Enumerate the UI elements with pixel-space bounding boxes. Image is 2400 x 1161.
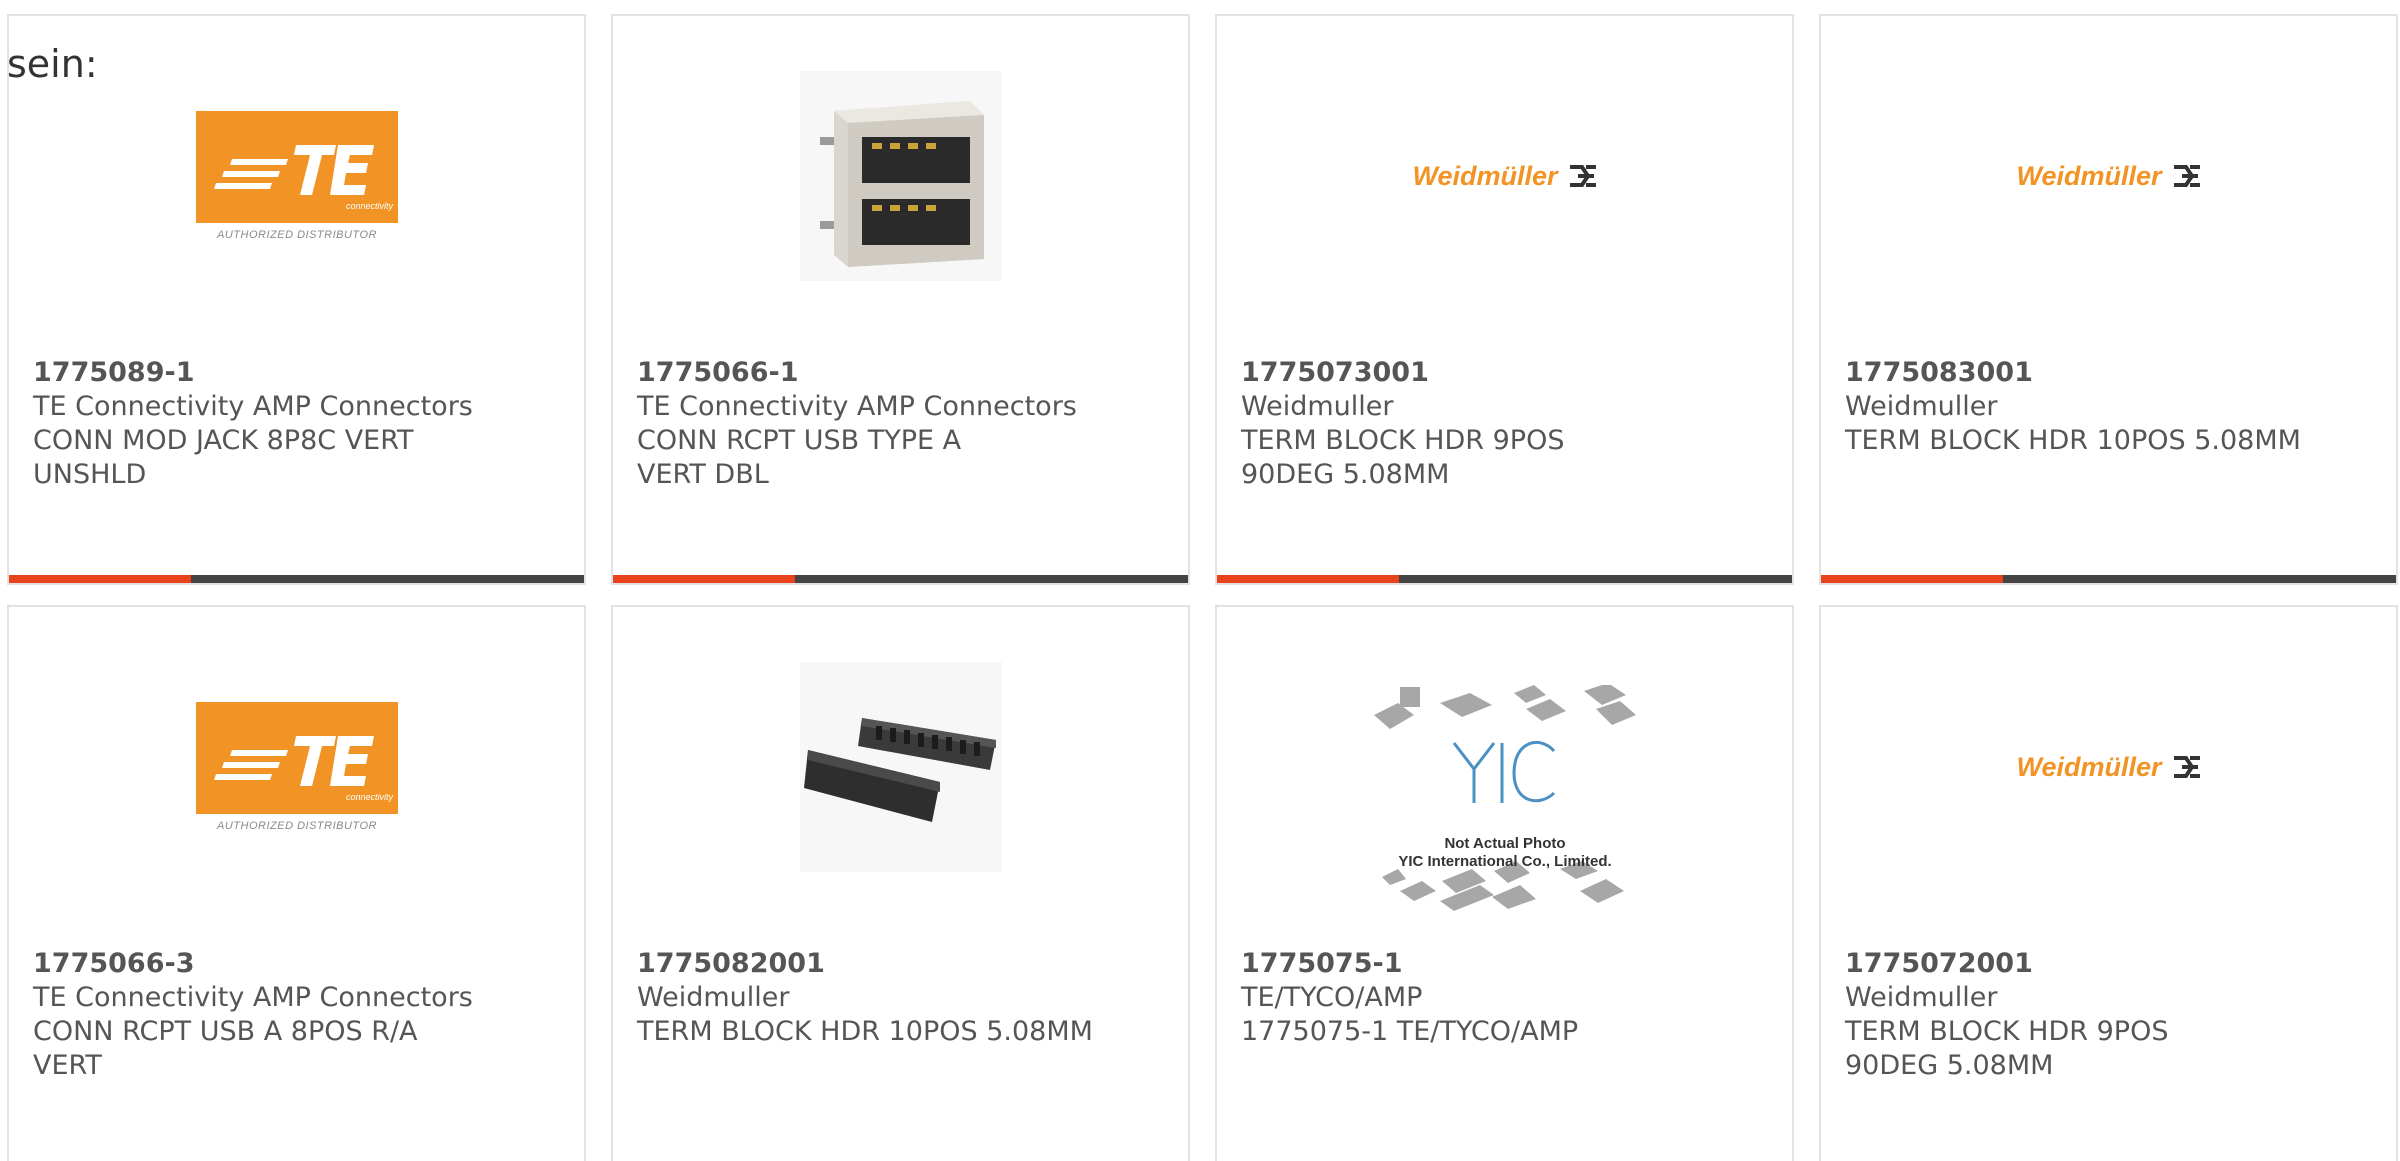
part-number-link[interactable]: 1775082001	[637, 947, 1077, 981]
manufacturer-name: TE Connectivity AMP Connectors	[637, 391, 1077, 422]
product-card[interactable]: Weidmüller 1775083001 Weidmuller TERM BL…	[1819, 14, 2398, 585]
product-thumbnail[interactable]: connectivity AUTHORIZED DISTRIBUTOR	[196, 71, 398, 281]
manufacturer-name: TE Connectivity AMP Connectors	[33, 982, 473, 1013]
product-card[interactable]: Weidmüller 1775073001 Weidmuller TERM BL…	[1215, 14, 1794, 585]
svg-text:connectivity: connectivity	[346, 792, 394, 802]
weidmuller-logo: Weidmüller	[2016, 752, 2201, 783]
product-card[interactable]: Weidmüller 1775072001 Weidmuller TERM BL…	[1819, 605, 2398, 1161]
te-connectivity-logo: connectivity AUTHORIZED DISTRIBUTOR	[196, 111, 398, 241]
product-thumbnail[interactable]: Weidmüller	[1404, 71, 1606, 281]
product-card[interactable]: connectivity AUTHORIZED DISTRIBUTOR 1775…	[7, 14, 586, 585]
product-thumbnail[interactable]: connectivity AUTHORIZED DISTRIBUTOR	[196, 662, 398, 872]
product-description: TERM BLOCK HDR 9POS 90DEG 5.08MM	[1241, 425, 1565, 490]
product-description: CONN MOD JACK 8P8C VERT UNSHLD	[33, 425, 414, 490]
product-card[interactable]: Not Actual Photo YIC International Co., …	[1215, 605, 1794, 1161]
manufacturer-name: TE Connectivity AMP Connectors	[33, 391, 473, 422]
part-number-link[interactable]: 1775089-1	[33, 356, 473, 390]
product-card[interactable]: 1775082001 Weidmuller TERM BLOCK HDR 10P…	[611, 605, 1190, 1161]
weidmuller-logo: Weidmüller	[1412, 161, 1597, 192]
product-description: TERM BLOCK HDR 10POS 5.08MM	[637, 1016, 1093, 1047]
part-number-link[interactable]: 1775083001	[1845, 356, 2285, 390]
part-number-link[interactable]: 1775066-3	[33, 947, 473, 981]
product-description: CONN RCPT USB A 8POS R/A VERT	[33, 1016, 418, 1081]
yic-placeholder-image: Not Actual Photo YIC International Co., …	[1370, 685, 1640, 925]
product-grid-page: sein: connectivity AUTHORIZED DISTRIBUTO…	[0, 0, 2400, 1161]
te-connectivity-logo: connectivity AUTHORIZED DISTRIBUTOR	[196, 702, 398, 832]
product-thumbnail[interactable]	[800, 71, 1002, 281]
part-number-link[interactable]: 1775073001	[1241, 356, 1681, 390]
card-accent-bar	[613, 575, 1188, 583]
part-number-link[interactable]: 1775066-1	[637, 356, 1077, 390]
manufacturer-name: Weidmuller	[637, 982, 790, 1013]
product-description: 1775075-1 TE/TYCO/AMP	[1241, 1016, 1579, 1047]
product-description: TERM BLOCK HDR 10POS 5.08MM	[1845, 425, 2301, 456]
product-thumbnail[interactable]	[800, 662, 1002, 872]
manufacturer-name: Weidmuller	[1241, 391, 1394, 422]
product-description: TERM BLOCK HDR 9POS 90DEG 5.08MM	[1845, 1016, 2169, 1081]
product-thumbnail[interactable]: Weidmüller	[2008, 71, 2210, 281]
card-accent-bar	[1217, 575, 1792, 583]
svg-text:connectivity: connectivity	[346, 201, 394, 211]
intro-text: sein:	[7, 42, 98, 86]
product-thumbnail[interactable]: Weidmüller	[2008, 662, 2210, 872]
product-card[interactable]: 1775066-1 TE Connectivity AMP Connectors…	[611, 14, 1190, 585]
card-accent-bar	[9, 575, 584, 583]
manufacturer-name: Weidmuller	[1845, 391, 1998, 422]
product-description: CONN RCPT USB TYPE A VERT DBL	[637, 425, 962, 490]
card-accent-bar	[1821, 575, 2396, 583]
product-card[interactable]: connectivity AUTHORIZED DISTRIBUTOR 1775…	[7, 605, 586, 1161]
terminal-block-photo	[800, 662, 1002, 872]
product-thumbnail[interactable]: Not Actual Photo YIC International Co., …	[1370, 685, 1640, 925]
manufacturer-name: TE/TYCO/AMP	[1241, 982, 1423, 1013]
usb-receptacle-photo	[800, 71, 1002, 281]
weidmuller-logo: Weidmüller	[2016, 161, 2201, 192]
part-number-link[interactable]: 1775072001	[1845, 947, 2285, 981]
manufacturer-name: Weidmuller	[1845, 982, 1998, 1013]
part-number-link[interactable]: 1775075-1	[1241, 947, 1681, 981]
